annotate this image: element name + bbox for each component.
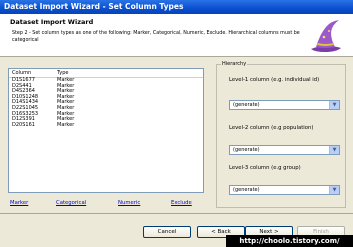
chevron-down-icon[interactable]: ▼ xyxy=(329,186,339,194)
column-type-list[interactable]: Column Type D1S1677 Marker D2S441 Marker D… xyxy=(8,68,204,193)
list-header: Column Type xyxy=(9,69,203,78)
level1-select[interactable]: (generate) ▼ xyxy=(229,100,340,110)
column-header[interactable]: Column xyxy=(9,69,55,77)
level3-label: Level-3 column (e.g group) xyxy=(229,165,301,171)
numeric-link[interactable]: Numeric xyxy=(118,200,140,206)
window-title: Dataset Import Wizard - Set Column Types xyxy=(0,0,353,14)
wizard-description: Step 2 - Set column types as one of the … xyxy=(12,31,300,43)
level3-value: (generate) xyxy=(233,187,260,193)
chevron-down-icon[interactable]: ▼ xyxy=(329,101,339,109)
wizard-title: Dataset Import Wizard xyxy=(10,18,94,26)
level2-select[interactable]: (generate) ▼ xyxy=(229,145,340,155)
level2-label: Level-2 column (e.g population) xyxy=(229,125,314,131)
wizard-header: Dataset Import Wizard Step 2 - Set colum… xyxy=(0,14,353,57)
chevron-down-icon[interactable]: ▼ xyxy=(329,146,339,154)
hierarchy-legend: Hierarchy xyxy=(221,61,248,67)
watermark: http://choolo.tistory.com/ xyxy=(226,235,353,247)
type-header[interactable]: Type xyxy=(55,69,203,77)
cell-column: D20S161 xyxy=(12,121,35,128)
level3-select[interactable]: (generate) ▼ xyxy=(229,185,340,195)
cancel-button[interactable]: Cancel xyxy=(143,226,191,238)
marker-link[interactable]: Marker xyxy=(10,200,28,206)
footer-separator xyxy=(0,213,353,214)
categorical-link[interactable]: Categorical xyxy=(56,200,86,206)
cell-type: Marker xyxy=(57,121,75,128)
wizard-hat-icon xyxy=(311,20,341,52)
exclude-link[interactable]: Exclude xyxy=(171,200,192,206)
hierarchy-group: Hierarchy Level-1 column (e.g. individua… xyxy=(216,61,346,208)
level1-label: Level-1 column (e.g. individual id) xyxy=(229,77,320,83)
level1-value: (generate) xyxy=(233,102,260,108)
level2-value: (generate) xyxy=(233,147,260,153)
table-row[interactable]: D20S161 Marker xyxy=(9,121,203,129)
